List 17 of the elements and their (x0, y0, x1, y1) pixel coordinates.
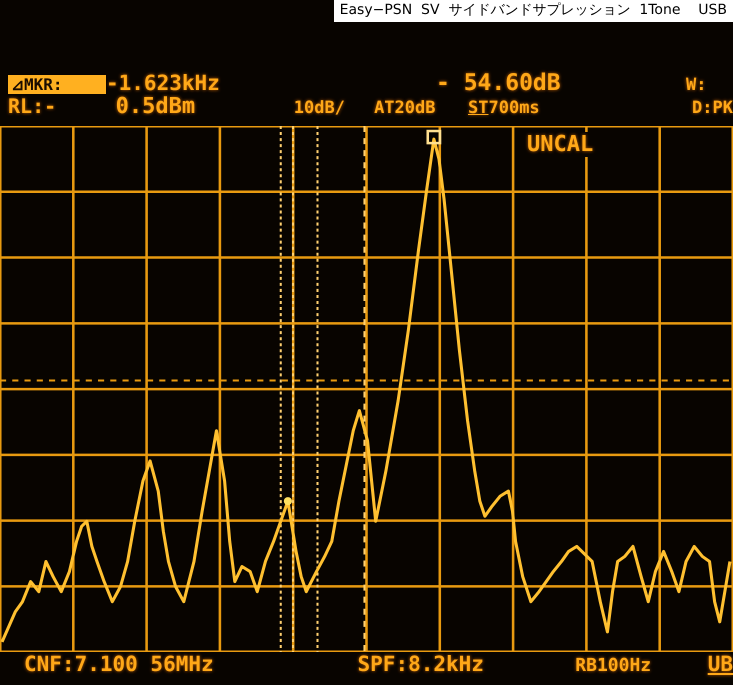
center-frequency: CNF:7.100 56MHz (24, 652, 215, 676)
window-label: W: (686, 75, 706, 95)
span-label: SPF:8.2kHz (358, 652, 485, 676)
sweep-time: 700ms (488, 98, 541, 118)
rbw-label: RB100Hz (575, 655, 652, 676)
uncal-indicator: UNCAL (525, 132, 596, 157)
scale-label: 10dB/ (294, 98, 346, 118)
marker-level: - 54.60dB (436, 70, 562, 96)
marker-label: ⊿MKR: (8, 75, 106, 94)
ref-level: 0.5dBm (116, 94, 196, 119)
caption-label: Easy−PSN SV サイドバンドサプレッション 1Tone USB (334, 0, 733, 22)
detector-label: D:PK (692, 98, 733, 118)
attenuation-label: AT20dB (374, 98, 436, 118)
sweep-label: ST (468, 98, 488, 118)
ref-label: RL:- (8, 94, 58, 118)
marker-frequency: -1.623kHz (106, 71, 221, 95)
mode-label: UB (708, 652, 733, 676)
